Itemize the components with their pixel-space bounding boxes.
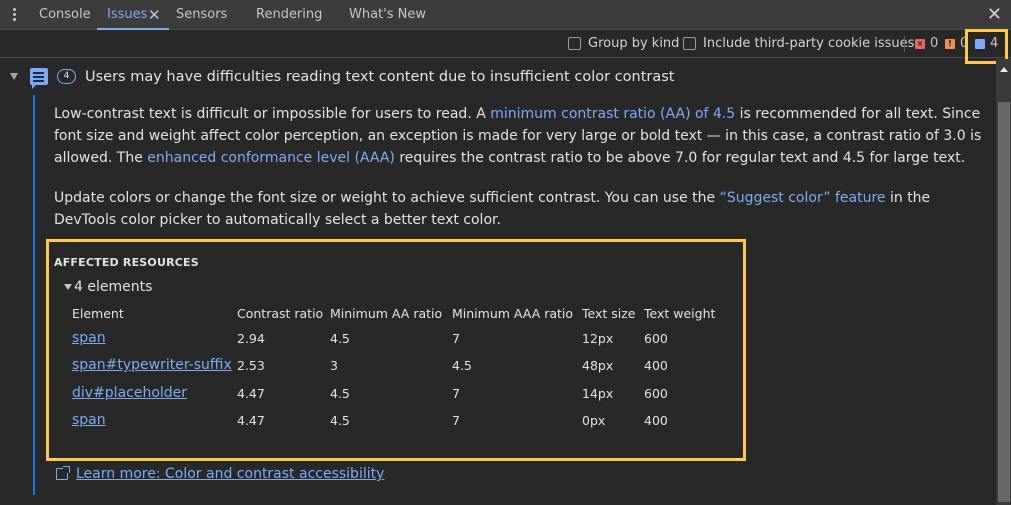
- issue-body-rule: [33, 95, 35, 495]
- column-header: Element: [72, 306, 124, 321]
- desc-text: Low-contrast text is difficult or imposs…: [54, 106, 491, 122]
- column-header: Text size: [582, 306, 636, 321]
- affected-resources-title: AFFECTED RESOURCES: [54, 256, 199, 269]
- column-header: Contrast ratio: [237, 306, 324, 321]
- issue-message-icon: [975, 38, 985, 49]
- table-cell: 14px: [582, 386, 614, 401]
- table-cell: 400: [644, 413, 668, 428]
- element-link[interactable]: span: [72, 330, 106, 346]
- min-contrast-link[interactable]: minimum contrast ratio (AA) of 4.5: [490, 106, 735, 122]
- table-cell: 4.5: [330, 331, 350, 346]
- table-cell: 2.53: [237, 358, 265, 373]
- learn-more-link[interactable]: Learn more: Color and contrast accessibi…: [56, 466, 384, 482]
- warning-count[interactable]: ! 0: [945, 36, 968, 51]
- desc-text: Update colors or change the font size or…: [54, 190, 720, 206]
- element-link[interactable]: span#typewriter-suffix: [72, 357, 232, 373]
- issue-header[interactable]: 4 Users may have difficulties reading te…: [0, 66, 990, 92]
- table-cell: 48px: [582, 358, 614, 373]
- table-cell: 3: [330, 358, 338, 373]
- error-count[interactable]: × 0: [915, 36, 938, 51]
- error-count-value: 0: [930, 36, 939, 51]
- issues-toolbar: Group by kind Include third-party cookie…: [0, 30, 1011, 58]
- table-cell: 4.5: [330, 413, 350, 428]
- elements-count-label: 4 elements: [74, 279, 153, 295]
- element-link[interactable]: div#placeholder: [72, 385, 187, 401]
- group-by-kind-label: Group by kind: [588, 36, 680, 51]
- table-cell: 400: [644, 358, 668, 373]
- issue-resolution: Update colors or change the font size or…: [54, 187, 984, 231]
- suggest-color-link[interactable]: “Suggest color” feature: [720, 190, 886, 206]
- tab-sensors[interactable]: Sensors: [176, 0, 227, 30]
- affected-resources: AFFECTED RESOURCES 4 elements Element Con…: [46, 239, 746, 461]
- table-cell: 7: [452, 331, 460, 346]
- issue-count-badge: 4: [57, 69, 76, 84]
- warning-icon: !: [945, 38, 955, 49]
- scrollbar-thumb[interactable]: [998, 102, 1010, 502]
- expand-triangle-icon: [64, 284, 72, 290]
- tab-whats-new[interactable]: What's New: [349, 0, 426, 30]
- vertical-scrollbar[interactable]: [996, 59, 1011, 505]
- tab-console[interactable]: Console: [39, 0, 91, 30]
- issue-title[interactable]: Users may have difficulties reading text…: [85, 69, 674, 85]
- table-cell: 600: [644, 331, 668, 346]
- table-cell: 7: [452, 413, 460, 428]
- third-party-cookie-label: Include third-party cookie issues: [703, 36, 915, 51]
- enhanced-conformance-link[interactable]: enhanced conformance level (AAA): [147, 150, 395, 166]
- table-cell: 600: [644, 386, 668, 401]
- close-drawer-icon[interactable]: ✕: [987, 5, 1002, 25]
- more-tabs-menu-icon[interactable]: [11, 7, 19, 23]
- element-link[interactable]: span: [72, 412, 106, 428]
- issue-count-value: 4: [990, 36, 999, 51]
- checkbox-box[interactable]: [568, 37, 581, 50]
- drawer-tab-bar: Console Issues ✕ Sensors Rendering What'…: [0, 0, 1011, 30]
- toolbar-divider: [904, 36, 905, 52]
- table-cell: 12px: [582, 331, 614, 346]
- learn-more-text[interactable]: Learn more: Color and contrast accessibi…: [76, 466, 384, 482]
- issue-count[interactable]: 4: [975, 36, 998, 51]
- table-cell: 4.47: [237, 386, 265, 401]
- group-by-kind-checkbox[interactable]: Group by kind: [568, 36, 679, 51]
- external-link-icon: [56, 466, 70, 480]
- column-header: Minimum AAA ratio: [452, 306, 574, 321]
- column-header: Minimum AA ratio: [330, 306, 443, 321]
- scroll-up-arrow-icon[interactable]: [1000, 67, 1008, 72]
- table-cell: 4.47: [237, 413, 265, 428]
- tab-issues[interactable]: Issues: [96, 0, 170, 30]
- issue-description: Low-contrast text is difficult or imposs…: [54, 103, 984, 169]
- table-cell: 2.94: [237, 331, 265, 346]
- tab-rendering[interactable]: Rendering: [256, 0, 322, 30]
- warning-count-value: 0: [960, 36, 969, 51]
- collapse-triangle-icon[interactable]: [10, 73, 18, 80]
- close-tab-icon[interactable]: ✕: [148, 6, 161, 24]
- table-cell: 7: [452, 386, 460, 401]
- table-cell: 4.5: [452, 358, 472, 373]
- desc-text: requires the contrast ratio to be above …: [394, 150, 966, 166]
- table-cell: 0px: [582, 413, 606, 428]
- issue-message-icon: [30, 68, 48, 89]
- error-icon: ×: [915, 38, 925, 49]
- checkbox-box[interactable]: [683, 37, 696, 50]
- column-header: Text weight: [644, 306, 716, 321]
- third-party-cookie-checkbox[interactable]: Include third-party cookie issues: [683, 36, 914, 51]
- elements-toggle[interactable]: 4 elements: [64, 279, 152, 295]
- table-cell: 4.5: [330, 386, 350, 401]
